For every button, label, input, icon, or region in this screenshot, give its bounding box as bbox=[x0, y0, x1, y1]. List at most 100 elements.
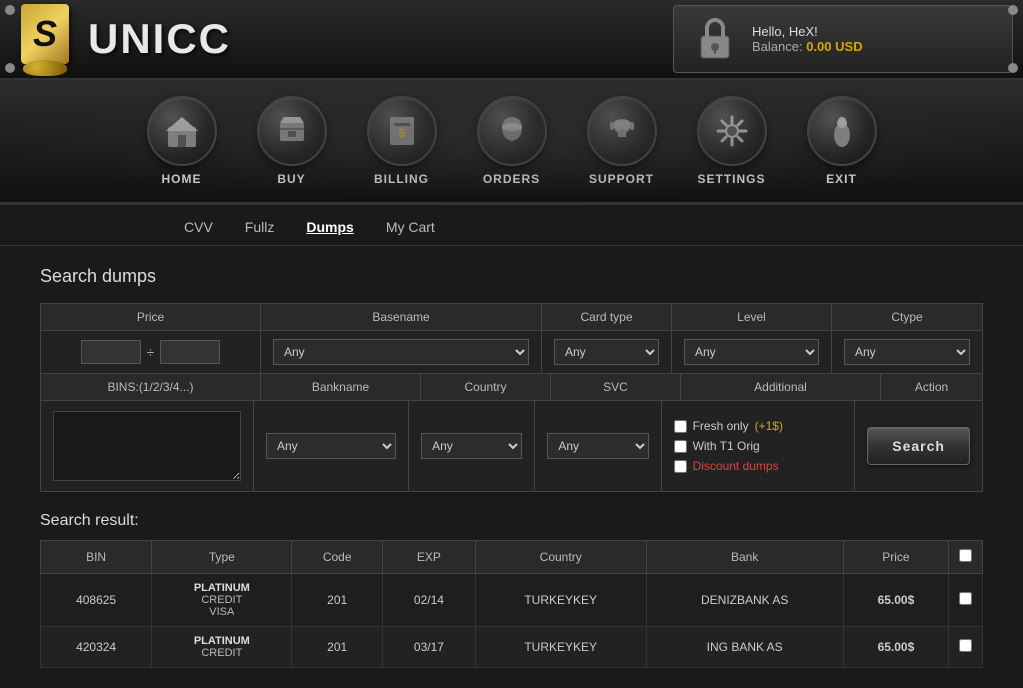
nav-item-exit[interactable]: EXIT bbox=[787, 88, 897, 194]
price-divider: ÷ bbox=[147, 344, 155, 360]
corner-bl bbox=[5, 63, 15, 73]
lock-icon bbox=[693, 14, 737, 64]
submenu-cvv[interactable]: CVV bbox=[180, 217, 217, 237]
nav-bar: HOME BUY $ BILLING ORDERS SUPPORT SETTIN… bbox=[0, 80, 1023, 205]
search-header-row: Price Basename Card type Level Ctype bbox=[41, 304, 982, 331]
country-select-cell: Any bbox=[409, 401, 535, 491]
checkbox-group: Fresh only (+1$) With T1 Orig Discount d… bbox=[674, 419, 783, 473]
nav-item-billing[interactable]: $ BILLING bbox=[347, 88, 457, 194]
corner-br bbox=[1008, 63, 1018, 73]
country-header: Country bbox=[421, 374, 551, 400]
cell-price: 65.00$ bbox=[843, 627, 948, 668]
bins-hint: (1/2/3/4...) bbox=[139, 380, 194, 394]
nav-label-exit: EXIT bbox=[826, 172, 857, 186]
cell-country: TURKEYKEY bbox=[475, 574, 646, 627]
row-select-checkbox[interactable] bbox=[959, 592, 972, 605]
header-balance: Balance: 0.00 USD bbox=[752, 39, 863, 54]
price-min-input[interactable] bbox=[81, 340, 141, 364]
results-header-row: BIN Type Code EXP Country Bank Price bbox=[41, 541, 983, 574]
cell-price: 65.00$ bbox=[843, 574, 948, 627]
cell-bank: ING BANK AS bbox=[646, 627, 843, 668]
cell-bank: DENIZBANK AS bbox=[646, 574, 843, 627]
action-cell: Search bbox=[855, 401, 982, 491]
results-title: Search result: bbox=[40, 512, 983, 530]
discount-checkbox-label[interactable]: Discount dumps bbox=[674, 459, 779, 473]
bankname-select[interactable]: Any bbox=[266, 433, 396, 459]
search-button[interactable]: Search bbox=[867, 427, 970, 465]
with-t1-checkbox-label[interactable]: With T1 Orig bbox=[674, 439, 760, 453]
search-inputs-row1: ÷ Any Any Any Any bbox=[41, 331, 982, 374]
cell-code: 201 bbox=[292, 574, 382, 627]
fresh-only-checkbox[interactable] bbox=[674, 420, 687, 433]
col-type: Type bbox=[152, 541, 292, 574]
basename-select[interactable]: Any bbox=[273, 339, 529, 365]
col-code: Code bbox=[292, 541, 382, 574]
balance-label: Balance: bbox=[752, 39, 803, 54]
bankname-select-cell: Any bbox=[254, 401, 409, 491]
svc-header: SVC bbox=[551, 374, 681, 400]
nav-item-buy[interactable]: BUY bbox=[237, 88, 347, 194]
cell-country: TURKEYKEY bbox=[475, 627, 646, 668]
header-greeting: Hello, HeX! bbox=[752, 24, 863, 39]
ctype-cell: Any bbox=[832, 331, 982, 373]
with-t1-label: With T1 Orig bbox=[693, 439, 760, 453]
cell-bin: 420324 bbox=[41, 627, 152, 668]
cell-checkbox bbox=[949, 627, 983, 668]
submenu: CVV Fullz Dumps My Cart bbox=[0, 205, 1023, 246]
search-title: Search dumps bbox=[40, 266, 983, 287]
home-icon bbox=[147, 96, 217, 166]
nav-label-buy: BUY bbox=[277, 172, 305, 186]
support-icon bbox=[587, 96, 657, 166]
buy-icon bbox=[257, 96, 327, 166]
cell-bin: 408625 bbox=[41, 574, 152, 627]
price-max-input[interactable] bbox=[160, 340, 220, 364]
submenu-dumps[interactable]: Dumps bbox=[302, 217, 357, 237]
nav-label-settings: SETTINGS bbox=[697, 172, 765, 186]
balance-value: 0.00 USD bbox=[806, 39, 862, 54]
ctype-select[interactable]: Any bbox=[844, 339, 970, 365]
nav-label-orders: ORDERS bbox=[483, 172, 540, 186]
fresh-only-checkbox-label[interactable]: Fresh only (+1$) bbox=[674, 419, 783, 433]
logo-s-letter: S bbox=[21, 4, 69, 64]
exit-icon bbox=[807, 96, 877, 166]
cell-type: PLATINUM CREDIT VISA bbox=[152, 574, 292, 627]
price-cell: ÷ bbox=[41, 331, 261, 373]
lock-icon-wrap bbox=[690, 14, 740, 64]
search-header-row2: BINS: (1/2/3/4...) Bankname Country SVC … bbox=[41, 374, 982, 401]
country-select[interactable]: Any bbox=[421, 433, 522, 459]
submenu-mycart[interactable]: My Cart bbox=[382, 217, 439, 237]
level-cell: Any bbox=[672, 331, 832, 373]
level-select[interactable]: Any bbox=[684, 339, 819, 365]
price-inputs: ÷ bbox=[81, 340, 221, 364]
nav-item-home[interactable]: HOME bbox=[127, 88, 237, 194]
svc-select[interactable]: Any bbox=[547, 433, 648, 459]
bins-textarea-cell bbox=[41, 401, 254, 491]
col-bin: BIN bbox=[41, 541, 152, 574]
cardtype-select[interactable]: Any bbox=[554, 339, 659, 365]
row-select-checkbox[interactable] bbox=[959, 639, 972, 652]
billing-icon: $ bbox=[367, 96, 437, 166]
ctype-header: Ctype bbox=[832, 304, 982, 330]
nav-item-support[interactable]: SUPPORT bbox=[567, 88, 677, 194]
settings-icon bbox=[697, 96, 767, 166]
col-select bbox=[949, 541, 983, 574]
logo-icon: S bbox=[10, 4, 80, 74]
col-bank: Bank bbox=[646, 541, 843, 574]
nav-label-support: SUPPORT bbox=[589, 172, 654, 186]
table-row: 408625 PLATINUM CREDIT VISA 201 02/14 TU… bbox=[41, 574, 983, 627]
search-inputs-row2: Any Any Any Fresh only (+1$) bbox=[41, 401, 982, 491]
discount-checkbox[interactable] bbox=[674, 460, 687, 473]
with-t1-checkbox[interactable] bbox=[674, 440, 687, 453]
nav-item-orders[interactable]: ORDERS bbox=[457, 88, 567, 194]
cell-exp: 02/14 bbox=[382, 574, 475, 627]
svc-select-cell: Any bbox=[535, 401, 661, 491]
submenu-fullz[interactable]: Fullz bbox=[241, 217, 279, 237]
cardtype-cell: Any bbox=[542, 331, 672, 373]
svg-text:$: $ bbox=[398, 126, 405, 140]
bins-textarea[interactable] bbox=[53, 411, 241, 481]
col-price: Price bbox=[843, 541, 948, 574]
nav-item-settings[interactable]: SETTINGS bbox=[677, 88, 787, 194]
cell-exp: 03/17 bbox=[382, 627, 475, 668]
cell-type: PLATINUM CREDIT bbox=[152, 627, 292, 668]
select-all-checkbox[interactable] bbox=[959, 549, 972, 562]
